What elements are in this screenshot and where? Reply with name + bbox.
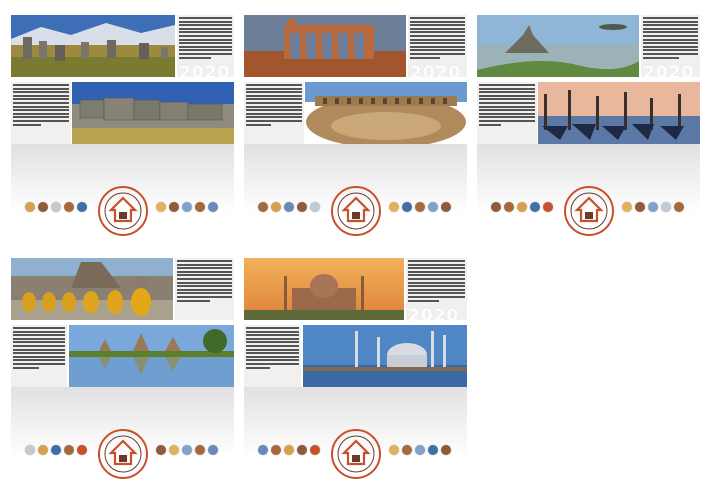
thumbnail-dot [169, 202, 179, 212]
thumbnail-dot [182, 202, 192, 212]
thumbnail-dot [517, 202, 527, 212]
thumbnail-dot [310, 202, 320, 212]
thumbnail-dot [77, 445, 87, 455]
text-column-2 [477, 82, 537, 144]
thumbnail-dot [297, 445, 307, 455]
text-column-2 [244, 325, 301, 387]
photo-aqueduct [244, 15, 406, 77]
thumbnail-dot [156, 202, 166, 212]
year-label: 2020 [179, 63, 231, 83]
thumbnail-dot [195, 445, 205, 455]
thumbnail-dot [674, 202, 684, 212]
calendar-card-2[interactable]: 2020 [244, 15, 467, 237]
thumbnail-dot [284, 202, 294, 212]
thumbnail-dot [271, 445, 281, 455]
thumbnail-dot [51, 202, 61, 212]
world-heritage-emblem-icon [330, 185, 382, 237]
thumbnail-dot [648, 202, 658, 212]
photo-island-abbey [477, 15, 639, 77]
dots-left [25, 202, 87, 212]
text-column-1 [175, 258, 234, 320]
dots-left [25, 445, 87, 455]
thumbnail-dot [195, 202, 205, 212]
world-heritage-emblem-icon [330, 428, 382, 480]
thumbnail-dot [622, 202, 632, 212]
calendar-card-5[interactable]: 2020 [244, 258, 467, 480]
photo-taj-mahal [244, 258, 404, 320]
dots-right [156, 202, 218, 212]
thumbnail-dot [297, 202, 307, 212]
thumbnail-dot [491, 202, 501, 212]
thumbnail-dot [77, 202, 87, 212]
thumbnail-dot [402, 202, 412, 212]
thumbnail-dot [389, 445, 399, 455]
thumbnail-dot [635, 202, 645, 212]
thumbnail-dot [415, 445, 425, 455]
year-label: 2020 [408, 306, 460, 326]
thumbnail-dot [284, 445, 294, 455]
thumbnail-dot [428, 202, 438, 212]
thumbnail-dot [169, 445, 179, 455]
calendar-card-1[interactable]: 2020 [11, 15, 234, 237]
thumbnail-dot [64, 445, 74, 455]
thumbnail-dot [182, 445, 192, 455]
thumbnail-dot [25, 445, 35, 455]
thumbnail-dot [258, 202, 268, 212]
dots-left [491, 202, 553, 212]
thumbnail-dot [415, 202, 425, 212]
thumbnail-dot [504, 202, 514, 212]
dots-right [389, 445, 451, 455]
photo-stone-circle [11, 15, 175, 77]
thumbnail-dot [543, 202, 553, 212]
world-heritage-emblem-icon [97, 428, 149, 480]
calendar-card-3[interactable]: 2020 [477, 15, 700, 237]
thumbnail-dot [38, 202, 48, 212]
year-label: 2020 [410, 63, 462, 83]
photo-inca-wall [72, 82, 234, 144]
thumbnail-dot [310, 445, 320, 455]
calendar-card-4[interactable] [11, 258, 234, 480]
thumbnail-dot [661, 202, 671, 212]
year-label: 2020 [643, 63, 695, 83]
thumbnail-dot [389, 202, 399, 212]
text-column-2 [11, 82, 71, 144]
thumbnail-dot [402, 445, 412, 455]
photo-gondolas [538, 82, 700, 144]
thumbnail-dot [51, 445, 61, 455]
thumbnail-dot [428, 445, 438, 455]
world-heritage-emblem-icon [97, 185, 149, 237]
dots-right [389, 202, 451, 212]
thumbnail-dot [441, 445, 451, 455]
thumbnail-dot [208, 202, 218, 212]
thumbnail-dot [441, 202, 451, 212]
thumbnail-dot [258, 445, 268, 455]
thumbnail-dot [25, 202, 35, 212]
photo-amphitheater [305, 82, 467, 144]
text-column-2 [11, 325, 67, 387]
dots-left [258, 202, 320, 212]
dots-right [156, 445, 218, 455]
text-column-2 [244, 82, 304, 144]
thumbnail-dot [271, 202, 281, 212]
photo-temple-reflection [69, 325, 234, 387]
thumbnail-dot [208, 445, 218, 455]
thumbnail-dot [64, 202, 74, 212]
thumbnail-dot [530, 202, 540, 212]
photo-buddha-statues [11, 258, 173, 320]
thumbnail-dot [38, 445, 48, 455]
dots-left [258, 445, 320, 455]
photo-mosque-minarets [303, 325, 467, 387]
world-heritage-emblem-icon [563, 185, 615, 237]
dots-right [622, 202, 684, 212]
thumbnail-dot [156, 445, 166, 455]
